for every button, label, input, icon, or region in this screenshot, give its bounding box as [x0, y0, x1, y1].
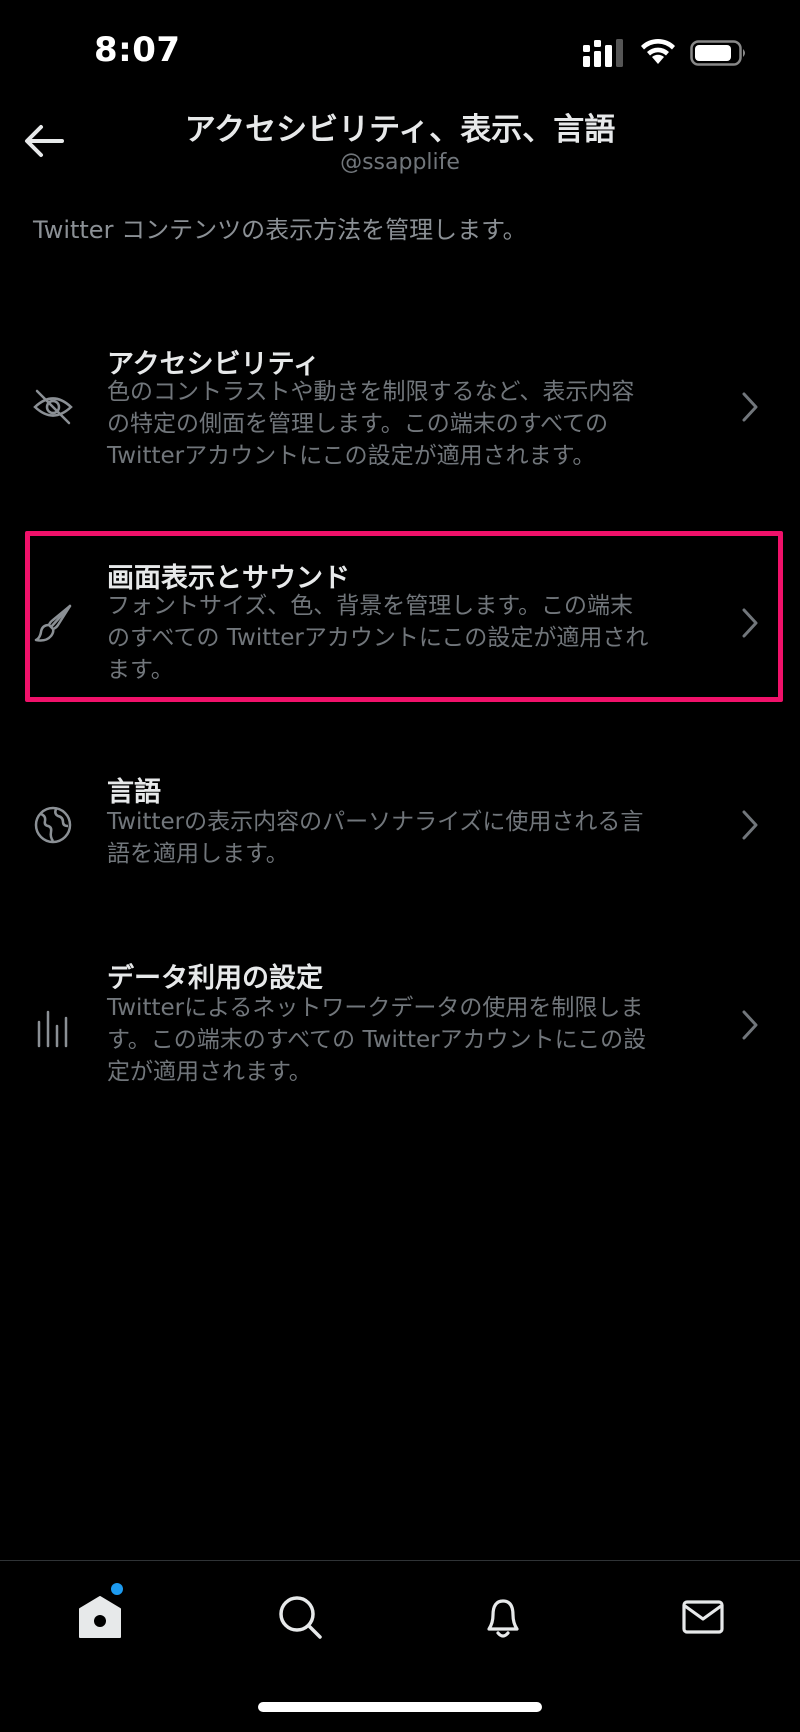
- paintbrush-icon: [34, 604, 72, 642]
- status-bar: 8:07: [0, 0, 800, 100]
- chevron-right-icon: [742, 1010, 758, 1040]
- eye-off-icon: [33, 389, 73, 425]
- page-title: アクセシビリティ、表示、言語: [184, 112, 616, 148]
- cellular-signal-icon: [583, 39, 623, 67]
- item-description: 色のコントラストや動きを制限するなど、表示内容 の特定の側面を管理します。この端…: [107, 376, 707, 472]
- item-description: フォントサイズ、色、背景を管理します。この端末 のすべての Twitterアカウ…: [107, 590, 707, 686]
- home-icon: [79, 1596, 121, 1638]
- description-line: 定が適用されます。: [107, 1059, 312, 1085]
- tab-notifications[interactable]: [475, 1589, 531, 1645]
- home-indicator: [258, 1702, 542, 1712]
- tab-home[interactable]: [72, 1583, 128, 1645]
- tab-messages[interactable]: [675, 1589, 731, 1645]
- description-line: ます。: [107, 657, 174, 683]
- description-line: のすべての Twitterアカウントにこの設定が適用され: [107, 625, 649, 651]
- item-title: データ利用の設定: [107, 963, 323, 994]
- settings-item-data-usage[interactable]: データ利用の設定 Twitterによるネットワークデータの使用を制限しま す。こ…: [0, 956, 800, 1096]
- page-description: Twitter コンテンツの表示方法を管理します。: [33, 216, 527, 244]
- settings-item-language[interactable]: 言語 Twitterの表示内容のパーソナライズに使用される言 語を適用します。: [0, 770, 800, 880]
- description-line: 語を適用します。: [107, 841, 289, 867]
- description-line: フォントサイズ、色、背景を管理します。この端末: [107, 593, 634, 619]
- description-line: Twitterによるネットワークデータの使用を制限しま: [107, 995, 644, 1021]
- notification-dot: [111, 1583, 123, 1595]
- account-handle: @ssapplife: [340, 150, 460, 175]
- description-line: 色のコントラストや動きを制限するなど、表示内容: [107, 379, 635, 405]
- description-line: Twitterの表示内容のパーソナライズに使用される言: [107, 809, 644, 835]
- item-title: 言語: [107, 777, 161, 808]
- tab-search[interactable]: [272, 1589, 328, 1645]
- battery-icon: [690, 40, 745, 66]
- search-icon: [279, 1596, 322, 1639]
- item-description: Twitterによるネットワークデータの使用を制限しま す。この端末のすべての …: [107, 992, 707, 1088]
- chevron-right-icon: [742, 392, 758, 422]
- data-bars-icon: [37, 1010, 68, 1048]
- bell-icon: [487, 1599, 519, 1638]
- item-description: Twitterの表示内容のパーソナライズに使用される言 語を適用します。: [107, 806, 707, 870]
- chevron-right-icon: [742, 810, 758, 840]
- status-time: 8:07: [94, 30, 181, 70]
- settings-item-accessibility[interactable]: アクセシビリティ 色のコントラストや動きを制限するなど、表示内容 の特定の側面を…: [0, 338, 800, 478]
- wifi-icon: [641, 38, 675, 64]
- description-line: Twitterアカウントにこの設定が適用されます。: [107, 443, 596, 469]
- chevron-right-icon: [742, 608, 758, 638]
- globe-icon: [34, 806, 72, 844]
- settings-item-display-and-sound[interactable]: 画面表示とサウンド フォントサイズ、色、背景を管理します。この端末 のすべての …: [0, 554, 800, 694]
- mail-icon: [682, 1600, 724, 1634]
- description-line: の特定の側面を管理します。この端末のすべての: [107, 411, 609, 437]
- description-line: す。この端末のすべての Twitterアカウントにこの設: [107, 1027, 647, 1053]
